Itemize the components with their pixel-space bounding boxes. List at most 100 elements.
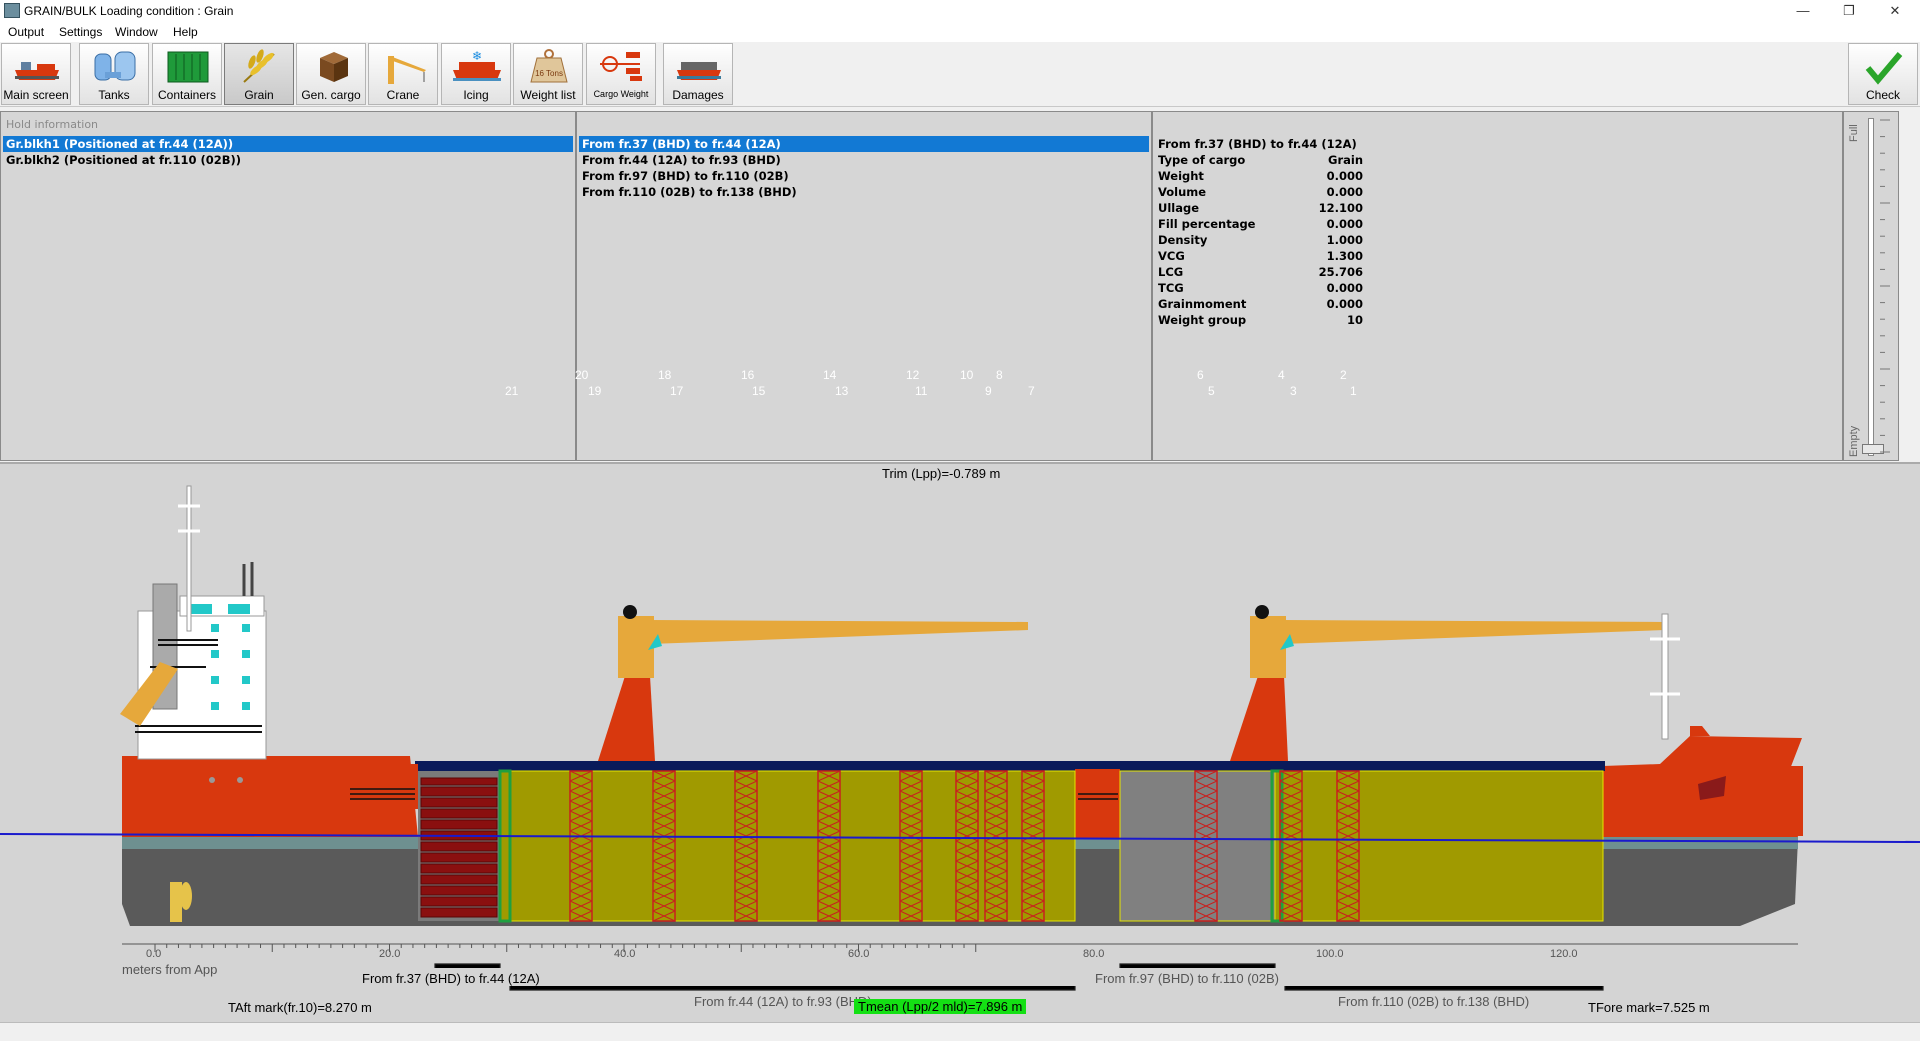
mast bbox=[186, 485, 192, 632]
frame-number: 12 bbox=[906, 368, 920, 382]
toolbar: Main screen Tanks Containers Grain Gen. … bbox=[0, 42, 1920, 107]
hold-information-header: Hold information bbox=[6, 118, 99, 131]
menu-help[interactable]: Help bbox=[173, 25, 198, 39]
main-screen-button[interactable]: Main screen bbox=[1, 43, 71, 105]
check-icon bbox=[1865, 52, 1903, 85]
crane-2-pedestal bbox=[1230, 676, 1288, 761]
frame-number: 18 bbox=[658, 368, 672, 382]
axis-tick-label: 100.0 bbox=[1316, 948, 1344, 960]
compartment-list-item[interactable]: From fr.97 (BHD) to fr.110 (02B) bbox=[579, 168, 1149, 184]
grain-button[interactable]: Grain bbox=[224, 43, 294, 105]
svg-text:16 Tons: 16 Tons bbox=[535, 69, 563, 78]
ship-icon bbox=[15, 62, 59, 80]
frame-number: 16 bbox=[741, 368, 755, 382]
gen-cargo-button[interactable]: Gen. cargo bbox=[296, 43, 366, 105]
frame-number: 19 bbox=[588, 384, 602, 398]
crane-1-house bbox=[618, 616, 654, 678]
compartment-label-2[interactable]: From fr.44 (12A) to fr.93 (BHD) bbox=[694, 994, 872, 1009]
containers-icon bbox=[167, 51, 209, 83]
window-title: GRAIN/BULK Loading condition : Grain bbox=[24, 4, 234, 18]
fore-mast bbox=[1661, 613, 1669, 740]
hold-4-grain bbox=[1274, 770, 1604, 922]
compartment-label-4[interactable]: From fr.110 (02B) to fr.138 (BHD) bbox=[1338, 994, 1529, 1009]
frame-number: 8 bbox=[996, 368, 1003, 382]
cargo-weight-icon bbox=[600, 52, 642, 81]
frame-number: 13 bbox=[835, 384, 849, 398]
check-button[interactable]: Check bbox=[1848, 43, 1918, 105]
frame-number: 11 bbox=[915, 384, 928, 398]
propeller bbox=[180, 882, 192, 910]
gauge-empty-label: Empty bbox=[1848, 425, 1860, 457]
taft-draft-label: TAft mark(fr.10)=8.270 m bbox=[228, 1000, 372, 1015]
ship-profile-svg bbox=[0, 485, 1920, 991]
compartment-list-item[interactable]: From fr.44 (12A) to fr.93 (BHD) bbox=[579, 152, 1149, 168]
tmean-draft-label: Tmean (Lpp/2 mld)=7.896 m bbox=[854, 999, 1027, 1014]
hold-information-panel: Hold information Gr.blkh1 (Positioned at… bbox=[0, 111, 576, 461]
tanks-icon bbox=[94, 51, 136, 81]
hold-list-item[interactable]: Gr.blkh2 (Positioned at fr.110 (02B)) bbox=[3, 152, 573, 168]
gauge-track bbox=[1868, 118, 1874, 456]
menu-window[interactable]: Window bbox=[115, 25, 158, 39]
crane-button[interactable]: Crane bbox=[368, 43, 438, 105]
weight-icon: 16 Tons bbox=[530, 49, 568, 83]
crane-1-pedestal bbox=[598, 676, 655, 761]
cargo-weight-button[interactable]: Cargo Weight bbox=[586, 43, 656, 105]
frame-number: 10 bbox=[960, 368, 974, 382]
frame-number: 7 bbox=[1028, 384, 1035, 398]
crane-2-jib bbox=[1282, 620, 1665, 644]
frame-number: 4 bbox=[1278, 368, 1285, 382]
axis-tick-label: 40.0 bbox=[614, 948, 636, 960]
menu-settings[interactable]: Settings bbox=[59, 25, 102, 39]
frame-number: 2 bbox=[1340, 368, 1347, 382]
gauge-full-label: Full bbox=[1848, 124, 1860, 142]
compartment-list-item[interactable]: From fr.37 (BHD) to fr.44 (12A) bbox=[579, 136, 1149, 152]
compartment-list-item[interactable]: From fr.110 (02B) to fr.138 (BHD) bbox=[579, 184, 1149, 200]
axis-tick-label: 80.0 bbox=[1083, 948, 1105, 960]
frame-number: 21 bbox=[505, 384, 519, 398]
compartment-brackets bbox=[434, 963, 1604, 991]
tfore-draft-label: TFore mark=7.525 m bbox=[1588, 1000, 1710, 1015]
frame-number: 1 bbox=[1350, 384, 1357, 398]
icing-icon: ❄ bbox=[453, 49, 501, 81]
app-icon bbox=[4, 3, 20, 18]
crane-2-house bbox=[1250, 616, 1286, 678]
menu-bar: Output Settings Window Help bbox=[0, 22, 1920, 42]
compartment-label-3[interactable]: From fr.97 (BHD) to fr.110 (02B) bbox=[1095, 971, 1279, 986]
frame-number: 3 bbox=[1290, 384, 1297, 398]
tanks-button[interactable]: Tanks bbox=[79, 43, 149, 105]
axis-tick-label: 120.0 bbox=[1550, 948, 1578, 960]
ship-profile-view: Trim (Lpp)=-0.789 m 21 20 19 18 17 16 15… bbox=[0, 368, 1920, 1022]
frame-number: 14 bbox=[823, 368, 837, 382]
crate-icon bbox=[320, 52, 348, 82]
mid-casing bbox=[1075, 769, 1120, 839]
compartment-label-1[interactable]: From fr.37 (BHD) to fr.44 (12A) bbox=[362, 971, 540, 986]
fill-gauge: Full Empty bbox=[1843, 111, 1899, 461]
damages-icon bbox=[677, 62, 721, 80]
compartment-list-panel: From fr.37 (BHD) to fr.44 (12A) From fr.… bbox=[576, 111, 1152, 461]
damages-button[interactable]: Damages bbox=[663, 43, 733, 105]
axis-caption: meters from App bbox=[122, 962, 218, 977]
axis-tick-label: 0.0 bbox=[146, 948, 162, 960]
axis-tick-label: 60.0 bbox=[848, 948, 870, 960]
title-bar: GRAIN/BULK Loading condition : Grain — ❐… bbox=[0, 0, 1920, 22]
menu-output[interactable]: Output bbox=[8, 25, 44, 39]
frame-number: 9 bbox=[985, 384, 992, 398]
frame-number: 15 bbox=[752, 384, 766, 398]
hold-3-empty bbox=[1119, 770, 1276, 922]
status-bar bbox=[0, 1022, 1920, 1041]
frame-number: 6 bbox=[1197, 368, 1204, 382]
hold-list-item[interactable]: Gr.blkh1 (Positioned at fr.44 (12A)) bbox=[3, 136, 573, 152]
containers-button[interactable]: Containers bbox=[152, 43, 222, 105]
minimize-button[interactable]: — bbox=[1780, 0, 1826, 22]
compartment-details-panel: From fr.37 (BHD) to fr.44 (12A) Type of … bbox=[1152, 111, 1843, 461]
close-button[interactable]: ✕ bbox=[1872, 0, 1918, 22]
frame-number: 5 bbox=[1208, 384, 1215, 398]
frame-number: 20 bbox=[575, 368, 589, 382]
weight-list-button[interactable]: 16 Tons Weight list bbox=[513, 43, 583, 105]
crane-1-jib bbox=[650, 620, 1028, 644]
hatch-cover-rail bbox=[415, 761, 1605, 771]
rudder bbox=[170, 882, 182, 922]
restore-button[interactable]: ❐ bbox=[1826, 0, 1872, 22]
frame-number: 17 bbox=[670, 384, 684, 398]
icing-button[interactable]: ❄ Icing bbox=[441, 43, 511, 105]
